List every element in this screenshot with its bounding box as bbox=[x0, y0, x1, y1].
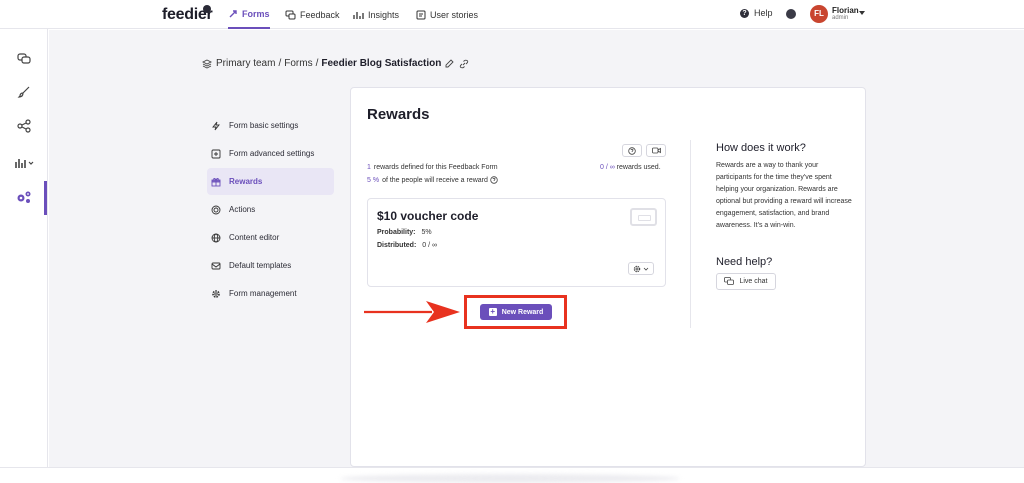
breadcrumb-separator: / bbox=[278, 58, 282, 69]
info-icon[interactable] bbox=[490, 176, 498, 184]
logo-badge-icon bbox=[203, 5, 211, 13]
nav-feedback-label: Feedback bbox=[300, 9, 340, 20]
menu-label: Form basic settings bbox=[229, 121, 299, 130]
help-button[interactable] bbox=[622, 144, 642, 157]
link-icon[interactable] bbox=[459, 59, 469, 69]
probability-value: 5% bbox=[421, 229, 432, 236]
help-label: Help bbox=[754, 8, 773, 18]
menu-actions[interactable]: Actions bbox=[207, 196, 334, 223]
sidebar-settings-icon[interactable] bbox=[16, 189, 32, 205]
menu-label: Form management bbox=[229, 289, 297, 298]
breadcrumb-forms[interactable]: Forms bbox=[284, 58, 312, 69]
breadcrumb: Primary team / Forms / Feedier Blog Sati… bbox=[202, 58, 473, 69]
gift-icon bbox=[211, 177, 221, 186]
menu-rewards[interactable]: Rewards bbox=[207, 168, 334, 195]
menu-form-basic-settings[interactable]: Form basic settings bbox=[207, 112, 334, 139]
need-help-title: Need help? bbox=[716, 256, 773, 268]
reward-probability: Probability: 5% bbox=[377, 229, 432, 236]
breadcrumb-current: Feedier Blog Satisfaction bbox=[321, 58, 442, 69]
pencil-icon[interactable] bbox=[444, 58, 455, 69]
reward-title: $10 voucher code bbox=[377, 209, 479, 223]
menu-label: Content editor bbox=[229, 233, 280, 242]
chat-icon bbox=[724, 277, 735, 285]
gear-icon bbox=[212, 289, 220, 298]
sidebar-active-indicator bbox=[44, 181, 47, 215]
menu-content-editor[interactable]: Content editor bbox=[207, 224, 334, 251]
chevron-down-icon bbox=[643, 267, 649, 271]
chat-icon bbox=[285, 10, 296, 19]
left-sidebar bbox=[0, 29, 48, 467]
video-icon bbox=[651, 147, 661, 154]
rewards-defined-line: 1 rewards defined for this Feedback Form bbox=[367, 164, 498, 171]
stories-icon bbox=[416, 10, 426, 19]
user-name[interactable]: Florian bbox=[832, 6, 859, 15]
target-icon bbox=[211, 205, 221, 214]
how-it-works-text: Rewards are a way to thank your particip… bbox=[716, 162, 852, 229]
user-role: admin bbox=[832, 15, 849, 21]
sidebar-chat-icon[interactable] bbox=[16, 51, 32, 67]
rewards-percent-text: of the people will receive a reward bbox=[382, 176, 488, 184]
menu-label: Rewards bbox=[229, 177, 263, 186]
help-link[interactable]: ? Help bbox=[740, 8, 773, 18]
rewards-defined-text: rewards defined for this Feedback Form bbox=[373, 164, 498, 171]
nav-insights[interactable]: Insights bbox=[353, 0, 399, 29]
page-title: Rewards bbox=[367, 106, 430, 123]
rewards-defined-count: 1 bbox=[367, 164, 371, 171]
nav-forms[interactable]: Forms bbox=[228, 0, 270, 29]
nav-forms-label: Forms bbox=[242, 8, 270, 19]
help-icon: ? bbox=[740, 8, 749, 18]
plus-icon: + bbox=[488, 307, 497, 316]
rewards-used: 0 / ∞ rewards used. bbox=[600, 164, 661, 171]
annotation-arrow-icon bbox=[364, 301, 460, 323]
avatar[interactable]: FL bbox=[810, 5, 828, 23]
new-reward-label: New Reward bbox=[501, 308, 544, 316]
rewards-percent: 5 % bbox=[367, 176, 380, 184]
menu-label: Default templates bbox=[229, 261, 292, 270]
forms-icon bbox=[229, 9, 237, 17]
speedometer-icon[interactable] bbox=[786, 9, 796, 19]
lightning-icon bbox=[212, 121, 220, 130]
menu-default-templates[interactable]: Default templates bbox=[207, 252, 334, 279]
sidebar-brush-icon[interactable] bbox=[16, 84, 32, 100]
new-reward-button[interactable]: + New Reward bbox=[480, 304, 552, 320]
question-icon bbox=[628, 146, 636, 155]
mail-icon bbox=[211, 262, 221, 269]
nav-user-stories-label: User stories bbox=[430, 9, 479, 20]
how-it-works-title: How does it work? bbox=[716, 142, 806, 154]
rewards-used-value: 0 / ∞ bbox=[600, 164, 615, 171]
menu-label: Form advanced settings bbox=[229, 149, 315, 158]
menu-form-advanced-settings[interactable]: Form advanced settings bbox=[207, 140, 334, 167]
video-button[interactable] bbox=[646, 144, 666, 157]
sidebar-analytics-icon[interactable] bbox=[14, 155, 36, 171]
distributed-label: Distributed: bbox=[377, 242, 417, 249]
chart-icon bbox=[353, 11, 364, 19]
gear-icon bbox=[633, 265, 641, 272]
bottom-shadow bbox=[340, 474, 680, 483]
reward-options-dropdown[interactable] bbox=[628, 262, 654, 275]
panel-divider bbox=[690, 140, 691, 328]
live-chat-button[interactable]: Live chat bbox=[716, 273, 776, 290]
nav-user-stories[interactable]: User stories bbox=[416, 0, 478, 29]
menu-label: Actions bbox=[229, 205, 256, 214]
sidebar-share-icon[interactable] bbox=[16, 118, 32, 134]
live-chat-label: Live chat bbox=[739, 278, 768, 285]
menu-form-management[interactable]: Form management bbox=[207, 280, 334, 307]
breadcrumb-team[interactable]: Primary team bbox=[216, 58, 275, 69]
breadcrumb-separator: / bbox=[315, 58, 319, 69]
rewards-percent-line: 5 % of the people will receive a reward bbox=[367, 176, 498, 184]
top-bar: feedier Forms Feedback Insights User sto… bbox=[0, 0, 1024, 29]
probability-label: Probability: bbox=[377, 229, 416, 236]
layers-icon bbox=[202, 58, 212, 69]
distributed-value: 0 / ∞ bbox=[422, 242, 437, 249]
chevron-down-icon[interactable] bbox=[859, 11, 865, 15]
plus-square-icon bbox=[211, 149, 221, 158]
nav-insights-label: Insights bbox=[368, 9, 400, 20]
rewards-used-text: rewards used. bbox=[616, 164, 661, 171]
reward-distributed: Distributed: 0 / ∞ bbox=[377, 242, 437, 249]
globe-icon bbox=[211, 233, 221, 242]
ticket-icon bbox=[630, 208, 657, 226]
nav-feedback[interactable]: Feedback bbox=[285, 0, 340, 29]
